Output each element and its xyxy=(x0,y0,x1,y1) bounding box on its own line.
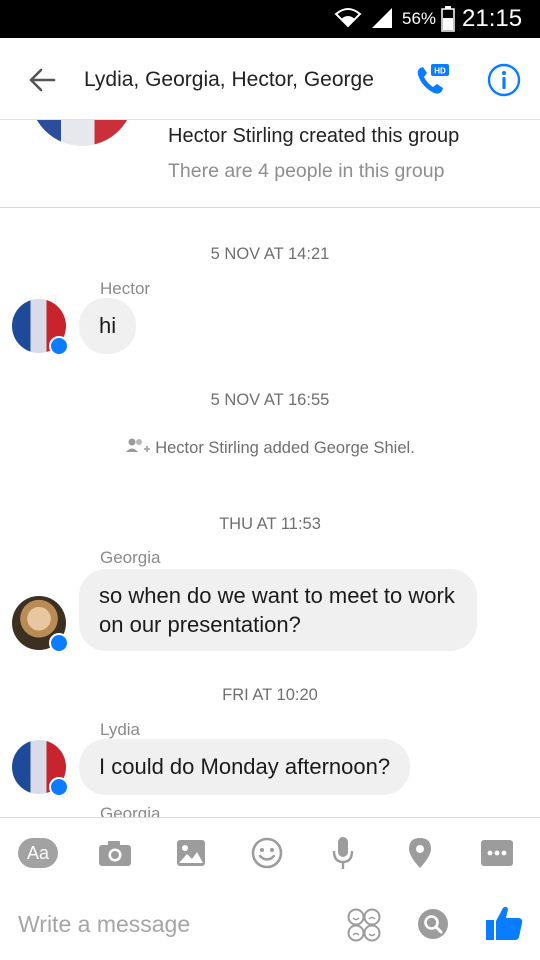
signal-icon xyxy=(372,8,392,28)
sender-name: Georgia xyxy=(100,548,161,567)
message-bubble[interactable]: hi xyxy=(79,298,137,354)
microphone-icon xyxy=(332,837,354,869)
thumbs-up-icon[interactable] xyxy=(484,903,524,943)
clock: 21:15 xyxy=(462,5,523,32)
avatar-hector[interactable] xyxy=(12,299,69,356)
system-message: Hector Stirling added George Shiel. xyxy=(0,437,540,458)
gallery-button[interactable] xyxy=(171,836,211,870)
group-created-text: Hector Stirling created this group xyxy=(168,125,460,147)
group-member-count[interactable]: There are 4 people in this group xyxy=(168,160,444,183)
messenger-badge-icon xyxy=(49,336,69,356)
avatar-georgia[interactable] xyxy=(12,596,69,653)
group-photo[interactable] xyxy=(30,120,134,146)
composer-toolbar: Aa xyxy=(0,817,540,887)
timestamp: THU AT 11:53 xyxy=(219,515,321,533)
conversation-title[interactable]: Lydia, Georgia, Hector, George xyxy=(84,68,374,92)
hd-badge-label: HD xyxy=(434,67,446,76)
more-icon xyxy=(481,840,513,866)
wifi-icon xyxy=(334,8,362,28)
location-button[interactable] xyxy=(400,836,440,870)
avatar-lydia[interactable] xyxy=(12,740,69,797)
system-message-text: Hector Stirling added George Shiel. xyxy=(155,439,415,457)
message-bubble[interactable]: I could do Monday afternoon? xyxy=(79,739,411,795)
image-icon xyxy=(177,840,205,866)
message-list[interactable]: 5 NOV AT 14:21 Hector hi 5 NOV AT 16:55 … xyxy=(0,208,540,817)
conversation-header: Lydia, Georgia, Hector, George HD xyxy=(0,38,540,120)
timestamp: 5 NOV AT 16:55 xyxy=(210,391,330,409)
message-bubble[interactable]: so when do we want to meet to work on ou… xyxy=(79,569,477,651)
search-icon[interactable] xyxy=(417,908,449,940)
group-banner: Hector Stirling created this group There… xyxy=(0,120,540,208)
voice-button[interactable] xyxy=(323,836,363,870)
more-button[interactable] xyxy=(477,836,517,870)
battery-icon xyxy=(441,6,455,32)
add-person-icon xyxy=(126,438,151,452)
text-format-icon: Aa xyxy=(18,838,58,868)
status-bar: 56% 21:15 xyxy=(0,0,540,38)
sticker-icon[interactable] xyxy=(346,907,382,943)
hd-call-icon[interactable]: HD xyxy=(412,60,452,100)
timestamp: 5 NOV AT 14:21 xyxy=(210,245,330,263)
emoji-button[interactable] xyxy=(247,836,287,870)
message-input-row xyxy=(0,887,540,960)
location-icon xyxy=(409,838,431,868)
camera-icon xyxy=(99,841,131,866)
info-icon[interactable] xyxy=(486,62,522,98)
sender-name: Lydia xyxy=(100,720,141,739)
message-input[interactable] xyxy=(18,907,318,941)
sender-name: Georgia xyxy=(100,804,161,817)
camera-button[interactable] xyxy=(95,836,135,870)
timestamp: FRI AT 10:20 xyxy=(222,686,318,704)
text-format-button[interactable]: Aa xyxy=(18,836,58,870)
messenger-badge-icon xyxy=(49,633,69,653)
messenger-badge-icon xyxy=(49,777,69,797)
emoji-icon xyxy=(251,837,283,869)
battery-percent: 56% xyxy=(402,9,437,28)
back-arrow-icon[interactable] xyxy=(26,64,58,96)
sender-name: Hector xyxy=(100,279,151,298)
